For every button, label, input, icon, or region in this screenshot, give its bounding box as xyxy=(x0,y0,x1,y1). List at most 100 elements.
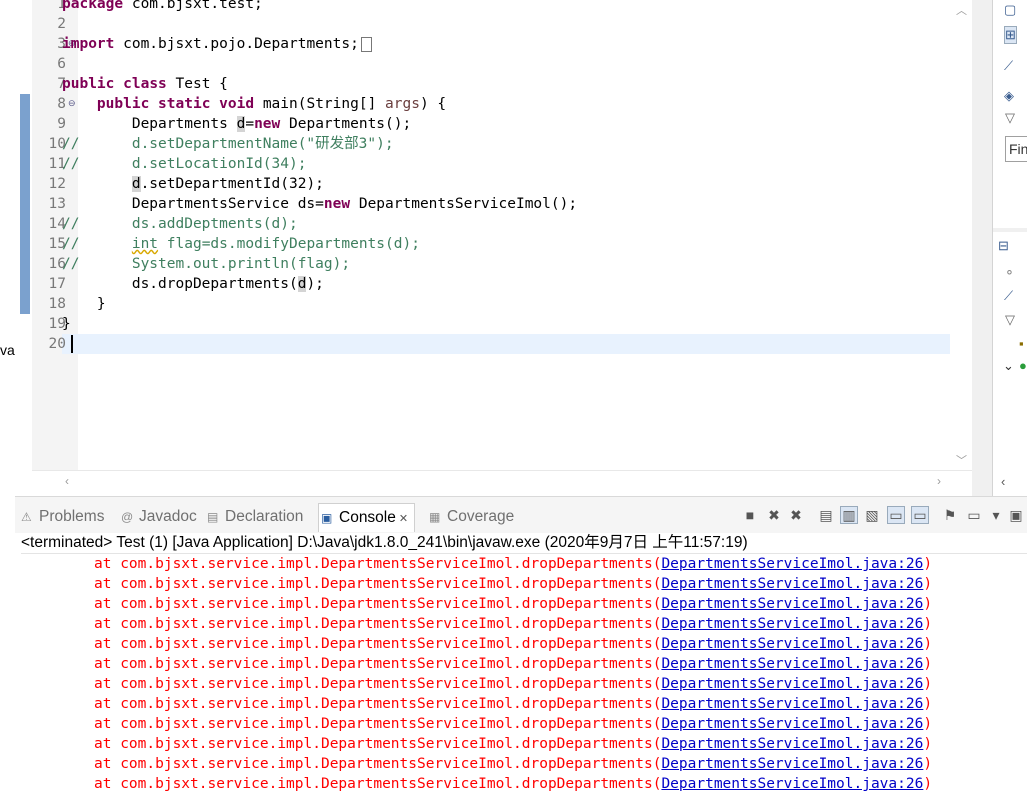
tab-label: Javadoc xyxy=(139,508,197,525)
code-token: 3"); xyxy=(358,136,394,152)
stack-trace-line: at com.bjsxt.service.impl.DepartmentsSer… xyxy=(94,694,932,714)
sort-icon[interactable]: ⚬ xyxy=(1004,265,1015,281)
source-link[interactable]: DepartmentsServiceImol.java:26 xyxy=(661,696,923,712)
current-line-highlight xyxy=(62,334,950,354)
source-link[interactable]: DepartmentsServiceImol.java:26 xyxy=(661,596,923,612)
new-console-icon[interactable]: ▣ xyxy=(1007,506,1025,524)
code-line: import com.bjsxt.pojo.Departments; xyxy=(62,34,372,54)
line-number: 1 xyxy=(57,0,66,12)
line-number: 8 xyxy=(57,96,66,112)
stack-trace-text: at com.bjsxt.service.impl.DepartmentsSer… xyxy=(94,616,662,632)
source-link[interactable]: DepartmentsServiceImol.java:26 xyxy=(661,756,923,772)
java-element-icon[interactable]: ◈ xyxy=(1004,88,1014,104)
outline-scroll-left-icon[interactable]: ‹ xyxy=(1001,474,1005,489)
code-line: } xyxy=(62,314,71,334)
tab-problems[interactable]: ⚠ Problems xyxy=(21,506,104,528)
code-token: .setDepartmentId(32); xyxy=(140,176,324,192)
show-on-stderr-icon[interactable]: ▭ xyxy=(911,506,929,524)
remove-all-launches-icon[interactable]: ✖ xyxy=(787,506,805,524)
new-task-icon[interactable]: ▢ xyxy=(1004,2,1016,18)
source-link[interactable]: DepartmentsServiceImol.java:26 xyxy=(661,616,923,632)
outline-menu-icon[interactable]: ▽ xyxy=(1005,312,1015,328)
tab-declaration[interactable]: ▤ Declaration xyxy=(207,506,303,528)
scroll-lock-icon[interactable]: ▥ xyxy=(840,506,858,524)
code-token: int xyxy=(131,236,159,252)
stack-trace-text: at com.bjsxt.service.impl.DepartmentsSer… xyxy=(94,776,662,792)
code-token: com.bjsxt.test; xyxy=(123,0,263,12)
expand-chevron-icon[interactable]: ⌄ xyxy=(1003,358,1014,374)
code-token: // xyxy=(62,236,132,252)
source-link[interactable]: DepartmentsServiceImol.java:26 xyxy=(661,736,923,752)
word-wrap-icon[interactable]: ▧ xyxy=(863,506,881,524)
source-link[interactable]: DepartmentsServiceImol.java:26 xyxy=(661,636,923,652)
code-line: // d.setLocationId(34); xyxy=(62,154,306,174)
scroll-right-icon[interactable]: › xyxy=(937,474,941,488)
console-view: ⚠ Problems @ Javadoc ▤ Declaration ▣ Console ✕ ▦… xyxy=(15,496,1027,792)
hide-static-icon[interactable]: ⟋ xyxy=(1004,288,1013,304)
code-line: Departments d=new Departments(); xyxy=(62,114,411,134)
outline-view-icon[interactable]: ⊞ xyxy=(1004,26,1017,44)
line-number: 7 xyxy=(57,76,66,92)
source-link[interactable]: DepartmentsServiceImol.java:26 xyxy=(661,716,923,732)
line-number: 15 xyxy=(48,236,66,252)
declaration-icon: ▤ xyxy=(207,510,219,524)
console-process-label: <terminated> Test (1) [Java Application]… xyxy=(21,534,748,551)
line-number: 18 xyxy=(48,296,66,312)
hide-fields-icon[interactable]: ⟋ xyxy=(1004,58,1013,74)
editor-horizontal-scrollbar[interactable]: ‹ › xyxy=(62,472,950,492)
code-line: public static void main(String[] args) { xyxy=(62,94,446,114)
stack-trace-text: at com.bjsxt.service.impl.DepartmentsSer… xyxy=(94,716,662,732)
code-token: } xyxy=(62,296,106,312)
clear-console-icon[interactable]: ▤ xyxy=(817,506,835,524)
code-token: public xyxy=(96,96,150,112)
stack-trace-close: ) xyxy=(923,636,933,652)
display-console-icon[interactable]: ▭ xyxy=(965,506,983,524)
tab-coverage[interactable]: ▦ Coverage xyxy=(429,506,514,528)
source-link[interactable]: DepartmentsServiceImol.java:26 xyxy=(661,576,923,592)
code-token: DepartmentsServiceImol(); xyxy=(350,196,578,212)
outline-tab-icon[interactable]: ⊟ xyxy=(998,238,1009,254)
pin-console-icon[interactable]: ⚑ xyxy=(941,506,959,524)
editor-vertical-scrollbar[interactable]: ︿ ﹀ xyxy=(952,0,972,470)
scroll-down-icon[interactable]: ﹀ xyxy=(956,452,967,468)
tab-console[interactable]: ▣ Console ✕ xyxy=(318,503,416,532)
code-token: Departments(); xyxy=(280,116,412,132)
code-token: flag=ds.modifyDepartments(d); xyxy=(158,236,420,252)
tab-javadoc[interactable]: @ Javadoc xyxy=(121,506,197,528)
stack-trace-line: at com.bjsxt.service.impl.DepartmentsSer… xyxy=(94,594,932,614)
source-link[interactable]: DepartmentsServiceImol.java:26 xyxy=(661,776,923,792)
code-line: DepartmentsService ds=new DepartmentsSer… xyxy=(62,194,577,214)
close-tab-icon[interactable]: ✕ xyxy=(396,513,408,525)
terminate-icon[interactable]: ■ xyxy=(741,506,759,524)
line-number: 9 xyxy=(57,116,66,132)
code-token: 研发部 xyxy=(315,136,359,152)
view-menu-icon[interactable]: ▽ xyxy=(1005,110,1015,126)
dropdown-icon[interactable]: ▾ xyxy=(987,506,1005,524)
scroll-left-icon[interactable]: ‹ xyxy=(65,474,69,488)
line-number: 2 xyxy=(57,16,66,32)
line-number: 13 xyxy=(48,196,66,212)
line-number: 11 xyxy=(48,156,66,172)
stack-trace-line: at com.bjsxt.service.impl.DepartmentsSer… xyxy=(94,774,932,794)
remove-launch-icon[interactable]: ✖ xyxy=(765,506,783,524)
line-number: 17 xyxy=(48,276,66,292)
stack-trace-line: at com.bjsxt.service.impl.DepartmentsSer… xyxy=(94,754,932,774)
source-link[interactable]: DepartmentsServiceImol.java:26 xyxy=(661,656,923,672)
code-token: public xyxy=(62,76,115,92)
find-input[interactable]: Fin xyxy=(1005,136,1027,162)
line-number: 12 xyxy=(48,176,66,192)
code-token: com.bjsxt.pojo.Departments; xyxy=(114,36,359,52)
editor-right-sash[interactable] xyxy=(972,0,992,496)
code-token: ds.dropDepartments( xyxy=(62,276,298,292)
source-link[interactable]: DepartmentsServiceImol.java:26 xyxy=(661,676,923,692)
collapsed-imports-icon[interactable] xyxy=(360,36,372,52)
stack-trace-text: at com.bjsxt.service.impl.DepartmentsSer… xyxy=(94,596,662,612)
text-caret xyxy=(71,335,73,353)
line-number: 16 xyxy=(48,256,66,272)
code-editor[interactable]: 1 package com.bjsxt.test; 2 3 ⊕ import com.bj… xyxy=(15,0,972,496)
show-on-stdout-icon[interactable]: ▭ xyxy=(887,506,905,524)
stack-trace-text: at com.bjsxt.service.impl.DepartmentsSer… xyxy=(94,736,662,752)
scroll-up-icon[interactable]: ︿ xyxy=(956,2,967,18)
source-link[interactable]: DepartmentsServiceImol.java:26 xyxy=(661,556,923,572)
